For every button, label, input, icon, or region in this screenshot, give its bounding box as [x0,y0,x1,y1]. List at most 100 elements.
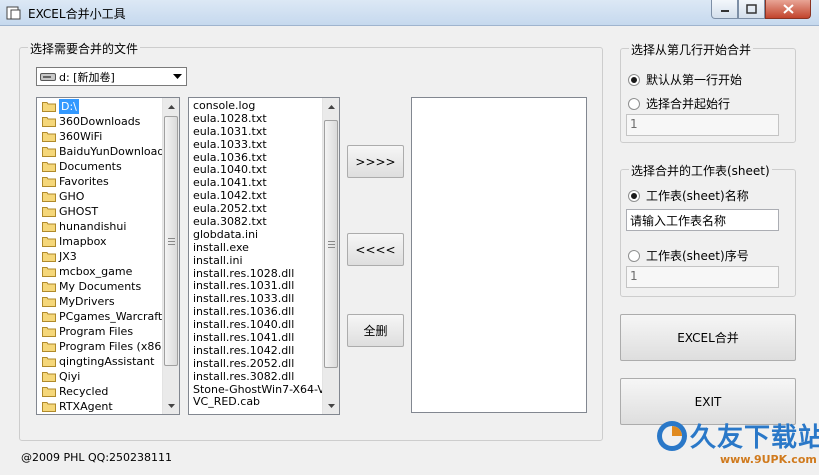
scroll-down-button[interactable] [323,397,339,414]
file-item[interactable]: eula.1041.txt [192,176,321,189]
add-files-button[interactable]: >>>> [347,145,404,178]
selected-files-list[interactable] [411,97,587,413]
file-item[interactable]: install.res.1041.dll [192,331,321,344]
directory-name: Program Files (x86) [59,340,166,353]
folder-icon [42,402,56,412]
directory-item[interactable]: GHO [39,189,161,204]
file-item[interactable]: install.res.3082.dll [192,370,321,383]
directory-item[interactable]: MyDrivers [39,294,161,309]
watermark-logo-icon [657,421,687,451]
file-item[interactable]: install.res.1031.dll [192,279,321,293]
remove-files-button[interactable]: <<<< [347,233,404,266]
directory-item[interactable]: mcbox_game [39,264,161,279]
directory-name: 360WiFi [59,130,103,143]
directory-item[interactable]: Recycled [39,384,161,399]
radio-indicator [628,97,640,110]
file-item[interactable]: install.res.1042.dll [192,344,321,357]
file-item[interactable]: console.log [192,99,321,112]
directory-item[interactable]: Documents [39,159,161,174]
file-item[interactable]: eula.3082.txt [192,215,321,228]
scroll-thumb[interactable] [324,120,338,368]
directory-item[interactable]: D:\ [39,99,161,114]
directory-name: Recycled [59,385,109,398]
file-item[interactable]: eula.1033.txt [192,138,321,151]
file-item[interactable]: eula.1036.txt [192,151,321,164]
radio-indicator [628,249,640,262]
clear-all-button[interactable]: 全删 [347,314,404,347]
directory-name: MyDrivers [59,295,115,308]
sheet-index-input[interactable]: 1 [626,266,779,288]
directory-item[interactable]: Program Files [39,324,161,339]
close-icon [782,4,794,14]
directory-item[interactable]: GHOST [39,204,161,219]
directory-item[interactable]: JX3 [39,249,161,264]
chevron-down-icon[interactable] [170,69,185,84]
directory-list[interactable]: D:\ 360Downloads 360WiFi BaiduYunDownload Do… [36,97,180,415]
drive-icon [40,72,56,81]
folder-icon [42,282,56,292]
file-item[interactable]: eula.1031.txt [192,125,321,138]
file-item[interactable]: VC_RED.cab [192,395,321,409]
scroll-up-button[interactable] [323,98,339,115]
file-item[interactable]: eula.1028.txt [192,112,321,125]
file-list[interactable]: console.log eula.1028.txt eula.1031.txt eul… [188,97,340,415]
directory-item[interactable]: My Documents [39,279,161,294]
file-item[interactable]: Stone-GhostWin7-X64-V20 [192,383,339,396]
title-bar: EXCEL合并小工具 [0,0,819,26]
file-item[interactable]: install.exe [192,241,321,254]
directory-item[interactable]: Qiyi [39,369,161,384]
chevron-down-icon [167,403,175,408]
file-scrollbar[interactable] [322,98,339,414]
directory-name: Program Files [59,325,134,338]
directory-item[interactable]: qingtingAssistant [39,354,161,369]
minimize-button[interactable] [711,0,738,19]
drive-select-value: d: [新加卷] [59,70,115,84]
file-item[interactable]: install.res.1040.dll [192,318,321,331]
scroll-down-button[interactable] [163,397,179,414]
custom-start-row-label: 选择合并起始行 [646,97,731,111]
directory-name: RTXAgent [59,400,113,413]
directory-name: GHOST [59,205,99,218]
directory-name: 360Downloads [59,115,141,128]
scroll-up-button[interactable] [163,98,179,115]
directory-item[interactable]: BaiduYunDownload [39,144,164,159]
folder-icon [42,237,56,247]
directory-scrollbar[interactable] [162,98,179,414]
sheet-name-radio[interactable]: 工作表(sheet)名称 [628,187,749,204]
directory-item[interactable]: RTXAgent [39,399,161,414]
start-row-input[interactable]: 1 [626,114,779,136]
close-button[interactable] [765,0,811,19]
directory-name: qingtingAssistant [59,355,155,368]
file-item[interactable]: eula.2052.txt [192,202,321,215]
file-item[interactable]: eula.1042.txt [192,189,321,202]
file-item[interactable]: install.res.2052.dll [192,357,321,370]
custom-start-row-radio[interactable]: 选择合并起始行 [628,95,730,112]
directory-name: PCgames_Warcraft3 [59,310,170,323]
directory-item[interactable]: 360WiFi [39,129,161,144]
maximize-button[interactable] [738,0,765,19]
directory-item[interactable]: Favorites [39,174,161,189]
directory-item[interactable]: PCgames_Warcraft3 [39,309,169,324]
directory-item[interactable]: hunandishui [39,219,161,234]
directory-item[interactable]: 360Downloads [39,114,161,129]
directory-item[interactable]: Program Files (x86) [39,339,166,354]
file-item[interactable]: eula.1040.txt [192,163,321,177]
sheet-name-label: 工作表(sheet)名称 [646,189,749,203]
maximize-icon [746,4,757,14]
file-item[interactable]: install.ini [192,254,321,267]
sheet-index-label: 工作表(sheet)序号 [646,249,749,263]
folder-icon [42,177,56,187]
directory-item[interactable]: Imapbox [39,234,161,249]
sheet-index-radio[interactable]: 工作表(sheet)序号 [628,247,749,264]
folder-icon [42,192,56,202]
file-item[interactable]: install.res.1036.dll [192,305,321,318]
file-item[interactable]: install.res.1033.dll [192,292,321,305]
excel-merge-button[interactable]: EXCEL合并 [620,314,796,361]
file-item[interactable]: install.res.1028.dll [192,267,321,280]
scroll-thumb[interactable] [164,116,178,366]
sheet-name-input[interactable]: 请输入工作表名称 [626,209,779,231]
drive-select[interactable]: d: [新加卷] [36,67,187,86]
default-start-row-radio[interactable]: 默认从第一行开始 [628,71,742,88]
directory-name: hunandishui [59,220,127,233]
file-item[interactable]: globdata.ini [192,228,321,241]
